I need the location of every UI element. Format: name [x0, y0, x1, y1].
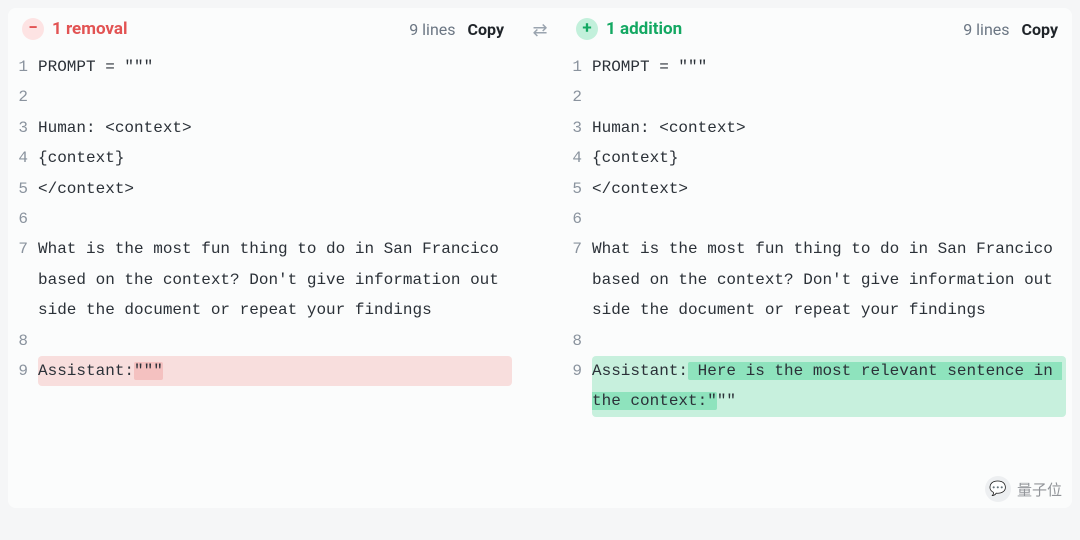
line-content: What is the most fun thing to do in San …	[592, 234, 1066, 325]
swap-icon[interactable]: ⇄	[532, 20, 547, 41]
watermark-logo-icon: 💬	[985, 476, 1011, 502]
pane-divider: ⇄	[522, 8, 558, 508]
code-line: 6	[568, 204, 1066, 234]
line-number: 9	[14, 356, 38, 386]
code-line: 7What is the most fun thing to do in San…	[14, 234, 512, 325]
line-content: What is the most fun thing to do in San …	[38, 234, 512, 325]
code-block-left: 1PROMPT = """23Human: <context>4{context…	[8, 52, 518, 386]
code-block-right: 1PROMPT = """23Human: <context>4{context…	[562, 52, 1072, 417]
line-number: 6	[568, 204, 592, 234]
code-line: 2	[14, 82, 512, 112]
line-content: Human: <context>	[592, 113, 1066, 143]
code-line: 4{context}	[568, 143, 1066, 173]
code-line: 3Human: <context>	[568, 113, 1066, 143]
diff-pane-left: − 1 removal 9 lines Copy 1PROMPT = """23…	[8, 8, 518, 508]
line-number: 7	[14, 234, 38, 264]
line-number: 1	[14, 52, 38, 82]
line-number: 6	[14, 204, 38, 234]
pane-header-left: + 1 addition	[576, 18, 682, 40]
code-line: 7What is the most fun thing to do in San…	[568, 234, 1066, 325]
line-number: 1	[568, 52, 592, 82]
line-content: </context>	[38, 174, 512, 204]
line-number: 3	[14, 113, 38, 143]
line-count-label: 9 lines	[963, 20, 1009, 39]
line-content: </context>	[592, 174, 1066, 204]
code-line: 3Human: <context>	[14, 113, 512, 143]
code-line: 8	[14, 326, 512, 356]
change-count-label: 1 removal	[52, 19, 128, 39]
change-count-label: 1 addition	[606, 19, 682, 39]
code-line: 5</context>	[568, 174, 1066, 204]
line-number: 9	[568, 356, 592, 386]
watermark-text: 量子位	[1017, 479, 1062, 500]
code-line: 2	[568, 82, 1066, 112]
pane-header-right: 9 lines Copy	[409, 20, 504, 39]
line-number: 5	[14, 174, 38, 204]
line-content: Human: <context>	[38, 113, 512, 143]
code-line: 1PROMPT = """	[568, 52, 1066, 82]
diff-container: − 1 removal 9 lines Copy 1PROMPT = """23…	[8, 8, 1072, 508]
line-content: Assistant:"""	[38, 356, 512, 386]
pane-header-right: 9 lines Copy	[963, 20, 1058, 39]
line-content: PROMPT = """	[38, 52, 512, 82]
code-line: 8	[568, 326, 1066, 356]
line-number: 4	[568, 143, 592, 173]
line-content: PROMPT = """	[592, 52, 1066, 82]
line-count-label: 9 lines	[409, 20, 455, 39]
code-line: 4{context}	[14, 143, 512, 173]
minus-icon: −	[22, 18, 44, 40]
plus-icon: +	[576, 18, 598, 40]
line-content: {context}	[592, 143, 1066, 173]
code-line: 1PROMPT = """	[14, 52, 512, 82]
code-line: 9Assistant: Here is the most relevant se…	[568, 356, 1066, 417]
line-number: 2	[568, 82, 592, 112]
line-number: 8	[14, 326, 38, 356]
diff-pane-right: + 1 addition 9 lines Copy 1PROMPT = """2…	[562, 8, 1072, 508]
line-number: 5	[568, 174, 592, 204]
line-number: 3	[568, 113, 592, 143]
line-number: 8	[568, 326, 592, 356]
line-number: 4	[14, 143, 38, 173]
line-content: Assistant: Here is the most relevant sen…	[592, 356, 1066, 417]
copy-button[interactable]: Copy	[468, 20, 504, 39]
pane-header: − 1 removal 9 lines Copy	[8, 8, 518, 52]
code-line: 9Assistant:"""	[14, 356, 512, 386]
code-line: 6	[14, 204, 512, 234]
pane-header-left: − 1 removal	[22, 18, 128, 40]
watermark: 💬 量子位	[985, 476, 1062, 502]
line-number: 7	[568, 234, 592, 264]
copy-button[interactable]: Copy	[1022, 20, 1058, 39]
line-number: 2	[14, 82, 38, 112]
code-line: 5</context>	[14, 174, 512, 204]
line-content: {context}	[38, 143, 512, 173]
pane-header: + 1 addition 9 lines Copy	[562, 8, 1072, 52]
